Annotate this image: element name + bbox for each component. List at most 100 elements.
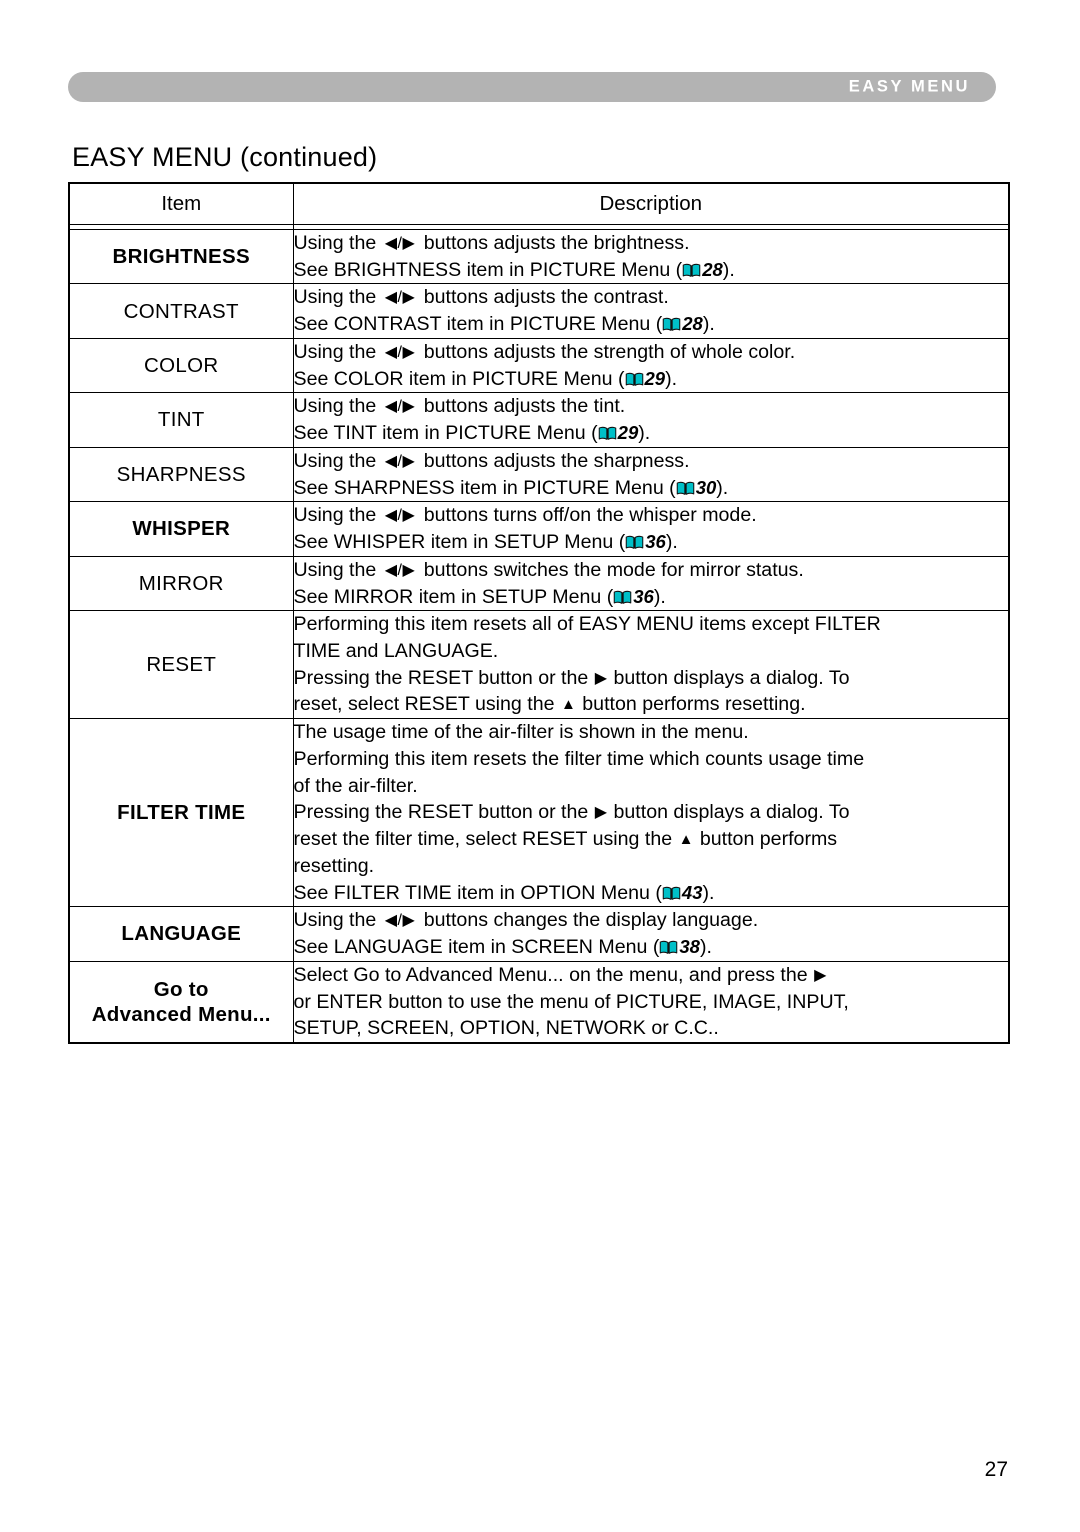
table-row: WHISPER Using the ◀/▶ buttons turns off/o… [68,501,1010,557]
left-right-arrow-icon: ◀/▶ [384,343,416,361]
menu-item-label: LANGUAGE [68,906,294,962]
column-header-item: Item [68,182,294,225]
description-text: See TINT item in PICTURE Menu ( [293,422,598,445]
description-line: Using the ◀/▶ buttons changes the displa… [294,907,1009,934]
description-text: Using the [293,286,382,309]
table-row: SHARPNESS Using the ◀/▶ buttons adjusts t… [68,446,1010,503]
table-row: MIRROR Using the ◀/▶ buttons switches the… [68,555,1010,612]
menu-item-label: COLOR [68,337,294,394]
table-body: BRIGHTNESS Using the ◀/▶ buttons adjusts … [68,228,1010,1044]
description-line: Using the ◀/▶ buttons adjusts the sharpn… [294,448,1009,475]
description-text: buttons turns off/on the whisper mode. [418,504,757,527]
description-line: Performing this item resets all of EASY … [294,611,1009,638]
description-text: See BRIGHTNESS item in PICTURE Menu ( [293,258,683,281]
description-text: SETUP, SCREEN, OPTION, NETWORK or C.C.. [293,1017,719,1040]
description-line: See SHARPNESS item in PICTURE Menu (30). [294,475,1009,502]
description-line: resetting. [294,853,1009,880]
running-header-label: EASY MENU [848,77,970,96]
menu-item-description: Using the ◀/▶ buttons turns off/on the w… [292,501,1010,557]
page-reference-number: 29 [644,367,666,389]
menu-item-label: CONTRAST [68,283,294,339]
description-text: button performs resetting. [576,693,806,716]
menu-item-description: Performing this item resets all of EASY … [292,610,1010,720]
description-text: The usage time of the air-filter is show… [293,721,749,744]
description-text: button displays a dialog. To [608,666,850,689]
description-text: buttons switches the mode for mirror sta… [418,558,804,581]
page-reference: 28 [682,259,723,281]
left-right-arrow-icon: ◀/▶ [384,561,416,579]
book-icon [662,313,681,332]
running-header-band: EASY MENU [68,72,996,102]
page-reference-number: 43 [681,881,703,903]
table-row: COLOR Using the ◀/▶ buttons adjusts the s… [68,337,1010,394]
description-line: Pressing the RESET button or the ▶ butto… [294,799,1009,826]
menu-item-description: Select Go to Advanced Menu... on the men… [292,960,1010,1044]
book-icon [613,586,632,604]
menu-item-label: WHISPER [68,501,294,557]
description-text: Using the [293,558,382,581]
description-text: reset, select RESET using the [293,693,560,716]
description-line: See COLOR item in PICTURE Menu (29). [294,366,1009,393]
page-reference: 30 [676,477,716,499]
table-row: FILTER TIME The usage time of the air-fil… [68,718,1010,908]
left-right-arrow-icon: ◀/▶ [384,452,416,470]
up-arrow-icon: ▲ [678,831,694,849]
description-text: buttons adjusts the strength of whole co… [418,340,796,363]
description-line: See BRIGHTNESS item in PICTURE Menu (28)… [294,257,1009,284]
description-line: See FILTER TIME item in OPTION Menu (43)… [294,880,1009,907]
description-text: See MIRROR item in SETUP Menu ( [293,585,614,608]
description-text: button displays a dialog. To [608,801,850,824]
description-line: Pressing the RESET button or the ▶ butto… [294,665,1009,692]
description-text: See SHARPNESS item in PICTURE Menu ( [293,476,676,499]
book-icon [662,882,681,900]
page-title: EASY MENU (continued) [72,142,378,173]
page-reference: 38 [659,936,700,958]
description-line: Select Go to Advanced Menu... on the men… [294,962,1009,989]
description-text: Using the [293,232,382,254]
description-line: See MIRROR item in SETUP Menu (36). [294,584,1009,611]
description-text: buttons adjusts the contrast. [418,286,669,309]
up-arrow-icon: ▲ [560,696,576,714]
description-line: or ENTER button to use the menu of PICTU… [294,989,1009,1016]
left-right-arrow-icon: ◀/▶ [384,235,416,252]
description-line: Using the ◀/▶ buttons adjusts the bright… [294,230,1009,257]
description-text: See WHISPER item in SETUP Menu ( [293,531,626,554]
description-text: ). [665,367,678,390]
description-text: ). [653,585,666,608]
page-reference: 28 [662,313,703,335]
table-row: RESET Performing this item resets all of … [68,610,1010,720]
menu-item-label: MIRROR [68,555,294,612]
page-reference: 29 [598,422,638,444]
description-text: Performing this item resets all of EASY … [293,613,881,636]
description-line: Using the ◀/▶ buttons adjusts the streng… [294,339,1009,366]
page-reference: 36 [613,586,654,608]
description-line: Using the ◀/▶ buttons adjusts the contra… [294,284,1009,311]
book-icon [625,368,644,386]
description-text: ). [702,313,715,336]
description-text: See CONTRAST item in PICTURE Menu ( [293,313,663,336]
description-text: Using the [293,504,382,527]
table-row: CONTRAST Using the ◀/▶ buttons adjusts th… [68,283,1010,339]
table-row: LANGUAGE Using the ◀/▶ buttons changes th… [68,906,1010,962]
description-text: See LANGUAGE item in SCREEN Menu ( [293,936,660,959]
description-line: reset the filter time, select RESET usin… [294,826,1009,853]
menu-item-description: Using the ◀/▶ buttons adjusts the bright… [292,228,1010,285]
description-text: reset the filter time, select RESET usin… [293,828,678,851]
page-reference-number: 36 [645,531,666,553]
page-reference: 29 [625,367,666,390]
description-line: See CONTRAST item in PICTURE Menu ( 28). [294,311,1009,338]
description-text: resetting. [293,854,375,877]
page-reference-number: 38 [679,936,700,958]
description-text: Using the [293,340,382,363]
left-right-arrow-icon: ◀/▶ [384,507,416,525]
description-text: buttons adjusts the sharpness. [418,449,690,472]
description-line: of the air-filter. [294,773,1009,800]
right-arrow-icon: ▶ [814,966,827,984]
page-reference: 36 [625,531,666,553]
description-text: or ENTER button to use the menu of PICTU… [293,990,849,1013]
page-reference: 43 [662,881,703,904]
menu-item-description: The usage time of the air-filter is show… [292,718,1010,908]
table-row: BRIGHTNESS Using the ◀/▶ buttons adjusts … [68,228,1010,285]
description-text: ). [665,531,678,554]
page-reference-number: 28 [682,313,703,335]
